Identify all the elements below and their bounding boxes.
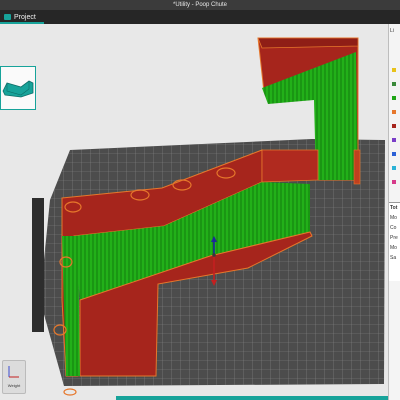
statistics-block: Tot Mo Co Pre Mo Sa: [389, 202, 400, 281]
mounting-hole: [63, 388, 77, 396]
stats-line: Pre: [390, 235, 398, 241]
legend-swatch: [392, 82, 396, 86]
stats-header: Tot: [390, 205, 398, 211]
stats-line: Mo: [390, 245, 397, 251]
tower-ridge: [353, 149, 361, 185]
bed-rail: [32, 198, 44, 332]
chute-inner-wall: [261, 149, 319, 183]
project-icon: [4, 14, 11, 20]
title-bar: *Utility - Poop Chute: [0, 0, 400, 10]
weight-label: Weight: [7, 383, 21, 388]
slice-preview-scene[interactable]: [0, 24, 388, 400]
chute-thumbnail-icon: [2, 80, 34, 98]
legend-panel[interactable]: Li Tot Mo Co Pre Mo Sa: [388, 24, 400, 400]
stats-line: Co: [390, 225, 397, 231]
window-title: *Utility - Poop Chute: [172, 2, 228, 8]
tower-top: [257, 37, 359, 49]
progress-bar: [116, 396, 388, 400]
legend-swatch: [392, 166, 396, 170]
tab-project-label: Project: [14, 13, 36, 21]
tab-project[interactable]: Project: [4, 12, 36, 22]
legend-swatch: [392, 96, 396, 100]
legend-swatch: [392, 180, 396, 184]
legend-swatch: [392, 68, 396, 72]
stats-line: Sa: [390, 255, 397, 261]
axis-icon: [8, 366, 19, 378]
object-thumbnail[interactable]: [0, 66, 36, 110]
gizmo-origin[interactable]: [212, 253, 216, 257]
tab-bar: Project: [0, 10, 400, 24]
legend-swatch: [392, 110, 396, 114]
legend-header: Li: [390, 28, 394, 34]
weight-button[interactable]: Weight: [2, 360, 26, 394]
legend-swatch: [392, 138, 396, 142]
stats-line: Mo: [390, 215, 397, 221]
legend-swatch: [392, 152, 396, 156]
3d-viewport[interactable]: Weight: [0, 24, 388, 400]
legend-swatch: [392, 124, 396, 128]
